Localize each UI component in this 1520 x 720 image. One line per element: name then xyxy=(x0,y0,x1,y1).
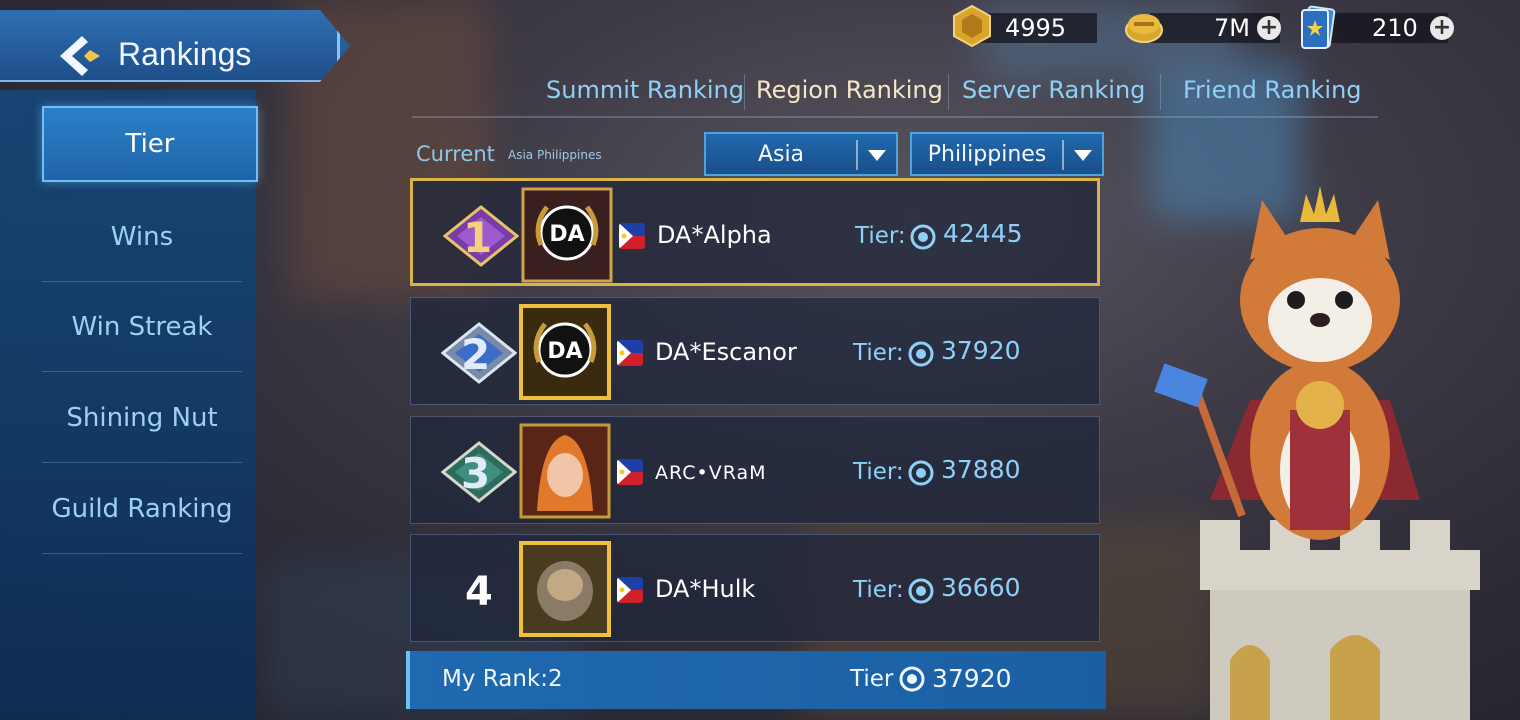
sidebar-item-label: Wins xyxy=(110,221,174,252)
player-name: DA*Escanor xyxy=(655,338,797,366)
gold-value: 4995 xyxy=(1005,14,1067,42)
tab-region-ranking[interactable]: Region Ranking xyxy=(756,76,943,104)
my-rank-score: 37920 xyxy=(932,664,1012,693)
battle-points-icon xyxy=(1125,14,1163,43)
tab-friend-ranking[interactable]: Friend Ranking xyxy=(1183,76,1362,104)
chevron-down-icon xyxy=(1074,150,1092,161)
back-arrow-icon xyxy=(60,36,100,76)
gold-coin-icon xyxy=(953,4,991,48)
tier-emblem-icon xyxy=(910,224,936,250)
sidebar-item-label: Guild Ranking xyxy=(51,493,233,524)
tier-emblem-icon xyxy=(908,578,934,604)
ticket-value: 210 xyxy=(1372,14,1418,42)
sidebar-item-label: Win Streak xyxy=(71,311,213,342)
tab-underline xyxy=(412,116,1378,118)
ranking-row[interactable]: 2 DA DA*Escanor Tier: 37920 xyxy=(410,297,1100,405)
my-rank-tier-label: Tier xyxy=(850,666,894,692)
rank-number: 1 xyxy=(463,213,493,262)
tab-divider xyxy=(948,74,949,110)
dropdown-divider xyxy=(1062,140,1064,170)
guild-emblem-avatar: DA xyxy=(519,304,611,400)
player-name: DA*Alpha xyxy=(657,221,772,249)
ranking-row[interactable]: 1 DA DA*Alpha Tier: 42445 xyxy=(410,178,1100,286)
country-dropdown-value: Philippines xyxy=(927,142,1047,167)
dropdown-divider xyxy=(856,140,858,170)
hero-avatar xyxy=(519,423,611,519)
tab-divider xyxy=(744,74,745,110)
tier-score: 37920 xyxy=(941,336,1021,365)
sidebar-item-win-streak[interactable]: Win Streak xyxy=(42,282,242,372)
tier-emblem-icon xyxy=(908,341,934,367)
chevron-down-icon xyxy=(868,150,886,161)
sidebar-item-shining-nut[interactable]: Shining Nut xyxy=(42,373,242,463)
sidebar-item-tier[interactable]: Tier xyxy=(42,106,258,182)
philippines-flag-icon xyxy=(617,340,643,366)
tier-score: 42445 xyxy=(943,219,1023,248)
current-region-value: Asia Philippines xyxy=(508,148,602,162)
current-label: Current xyxy=(416,142,495,166)
tier-label: Tier: xyxy=(853,340,904,366)
my-rank-bar: My Rank:2 Tier 37920 xyxy=(406,651,1106,709)
player-name: DA*Hulk xyxy=(655,575,756,603)
svg-text:DA: DA xyxy=(547,339,582,364)
tab-summit-ranking[interactable]: Summit Ranking xyxy=(546,76,744,104)
philippines-flag-icon xyxy=(619,223,645,249)
tier-emblem-icon xyxy=(899,666,925,692)
tab-server-ranking[interactable]: Server Ranking xyxy=(962,76,1145,104)
my-rank-label: My Rank:2 xyxy=(442,666,563,692)
sidebar-item-label: Shining Nut xyxy=(66,402,218,433)
sidebar-item-wins[interactable]: Wins xyxy=(42,192,242,282)
rank-number: 2 xyxy=(461,330,491,379)
back-button[interactable]: Rankings xyxy=(0,10,350,82)
tier-label: Tier: xyxy=(855,223,906,249)
shiba-king-mascot-icon xyxy=(1154,186,1480,720)
hero-avatar xyxy=(519,541,611,637)
tier-emblem-icon xyxy=(908,460,934,486)
region-dropdown-value: Asia xyxy=(757,142,805,167)
sidebar: Tier Wins Win Streak Shining Nut Guild R… xyxy=(0,90,258,720)
svg-text:DA: DA xyxy=(549,222,584,247)
tier-score: 37880 xyxy=(941,455,1021,484)
player-name: ARC•VRaM xyxy=(655,462,767,484)
region-dropdown[interactable]: Asia xyxy=(704,132,898,176)
plus-icon[interactable]: + xyxy=(1257,16,1281,40)
ticket-icon xyxy=(1301,5,1336,49)
tab-divider xyxy=(1160,74,1161,110)
tier-label: Tier: xyxy=(853,459,904,485)
ranking-row[interactable]: 3 ARC•VRaM Tier: 37880 xyxy=(410,416,1100,524)
sidebar-item-label: Tier xyxy=(125,129,175,159)
page-title: Rankings xyxy=(118,36,252,72)
ranking-row[interactable]: 4 DA*Hulk Tier: 36660 xyxy=(410,534,1100,642)
tier-label: Tier: xyxy=(853,577,904,603)
guild-emblem-avatar: DA xyxy=(521,187,613,283)
philippines-flag-icon xyxy=(617,459,643,485)
sidebar-item-guild-ranking[interactable]: Guild Ranking xyxy=(42,464,242,554)
bp-value: 7M xyxy=(1214,14,1250,42)
rank-number: 3 xyxy=(461,449,491,498)
philippines-flag-icon xyxy=(617,577,643,603)
rank-number: 4 xyxy=(465,569,493,615)
plus-icon[interactable]: + xyxy=(1430,16,1454,40)
country-dropdown[interactable]: Philippines xyxy=(910,132,1104,176)
tier-score: 36660 xyxy=(941,573,1021,602)
